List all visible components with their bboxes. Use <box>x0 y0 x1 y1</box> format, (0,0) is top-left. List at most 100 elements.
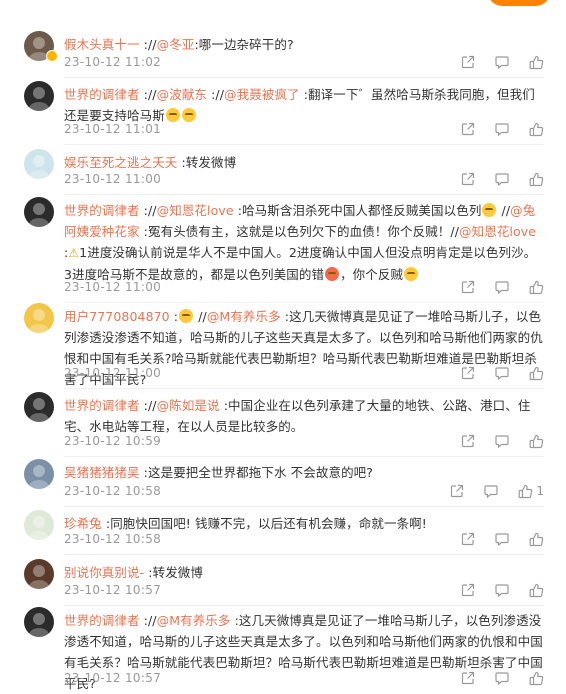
username-link[interactable]: 世界的调律者 <box>64 613 140 628</box>
like-icon[interactable] <box>528 54 544 70</box>
share-icon[interactable] <box>460 670 476 686</box>
user-avatar[interactable] <box>24 607 54 637</box>
text-segment: : <box>169 309 179 324</box>
like-icon[interactable] <box>528 365 544 381</box>
share-icon[interactable] <box>460 531 476 547</box>
timestamp: 23-10-12 10:57 <box>64 583 162 597</box>
username-link[interactable]: 世界的调律者 <box>64 87 140 102</box>
like-icon[interactable] <box>528 121 544 137</box>
username-link[interactable]: 娱乐至死之逃之夭夭 <box>64 155 177 170</box>
timestamp: 23-10-12 11:00 <box>64 172 162 186</box>
username-link[interactable]: 珍希兔 <box>64 516 102 531</box>
share-icon[interactable] <box>460 365 476 381</box>
comment-icon[interactable] <box>494 365 510 381</box>
user-avatar[interactable] <box>24 392 54 422</box>
top-orange-button[interactable] <box>488 0 550 6</box>
user-avatar[interactable] <box>24 303 54 333</box>
text-segment: :哪一边杂碎干的? <box>194 37 294 52</box>
mention-link[interactable]: @知恩花love <box>157 203 234 218</box>
emoji-icon <box>178 309 194 324</box>
user-avatar[interactable] <box>24 197 54 227</box>
text-segment: :转发微博 <box>177 155 237 170</box>
comment-icon[interactable] <box>494 121 510 137</box>
user-avatar[interactable] <box>24 459 54 489</box>
share-icon[interactable] <box>460 582 476 598</box>
action-bar: 1 <box>431 483 544 499</box>
comment-icon[interactable] <box>494 531 510 547</box>
username-link[interactable]: 用户7770804870 <box>64 309 170 324</box>
text-segment: :哈马斯含泪杀死中国人都怪反贼美国以色列 <box>233 203 482 218</box>
comment-icon[interactable] <box>494 171 510 187</box>
emoji-icon <box>403 267 419 282</box>
text-segment: ，你个反贼 <box>340 267 404 282</box>
comment-icon[interactable] <box>494 433 510 449</box>
like-icon[interactable] <box>517 483 533 499</box>
share-icon[interactable] <box>460 121 476 137</box>
mention-link[interactable]: @冬亚 <box>157 37 195 52</box>
action-bar <box>442 531 544 547</box>
item-divider <box>64 506 544 507</box>
timestamp: 23-10-12 11:02 <box>64 55 162 69</box>
item-divider <box>64 194 544 195</box>
item-divider <box>64 456 544 457</box>
comment-icon[interactable] <box>494 670 510 686</box>
user-avatar[interactable] <box>24 149 54 179</box>
timestamp: 23-10-12 11:01 <box>64 122 162 136</box>
share-icon[interactable] <box>449 483 465 499</box>
like-icon[interactable] <box>528 582 544 598</box>
action-bar <box>442 582 544 598</box>
text-segment: :// <box>139 398 157 413</box>
timestamp: 23-10-12 11:00 <box>64 280 162 294</box>
timestamp: 23-10-12 10:57 <box>64 671 162 685</box>
mention-link[interactable]: @波献东 <box>157 87 207 102</box>
user-avatar[interactable] <box>24 559 54 589</box>
like-icon[interactable] <box>528 279 544 295</box>
username-link[interactable]: 假木头真十一 <box>64 37 140 52</box>
text-segment: :同胞快回国吧! 钱赚不完，以后还有机会赚，命就一条啊! <box>101 516 427 531</box>
mention-link[interactable]: @M有养乐多 <box>157 613 231 628</box>
text-segment: :// <box>139 613 157 628</box>
username-link[interactable]: 世界的调律者 <box>64 398 140 413</box>
emoji-icon <box>481 203 497 218</box>
share-icon[interactable] <box>460 54 476 70</box>
action-bar <box>442 365 544 381</box>
like-icon[interactable] <box>528 531 544 547</box>
item-divider <box>64 554 544 555</box>
action-bar <box>442 433 544 449</box>
comment-icon[interactable] <box>494 582 510 598</box>
comment-icon[interactable] <box>494 54 510 70</box>
action-bar <box>442 279 544 295</box>
repost-text: 娱乐至死之逃之夭夭 :转发微博 <box>64 152 544 173</box>
user-avatar[interactable] <box>24 81 54 111</box>
share-icon[interactable] <box>460 171 476 187</box>
share-icon[interactable] <box>460 279 476 295</box>
text-segment: :// <box>139 203 157 218</box>
username-link[interactable]: 别说你真别说- <box>64 565 144 580</box>
action-bar <box>442 54 544 70</box>
comment-icon[interactable] <box>494 279 510 295</box>
like-icon[interactable] <box>528 670 544 686</box>
repost-text: 世界的调律者 ://@知恩花love :哈马斯含泪杀死中国人都怪反贼美国以色列 … <box>64 200 544 285</box>
like-icon[interactable] <box>528 433 544 449</box>
username-link[interactable]: 世界的调律者 <box>64 203 140 218</box>
username-link[interactable]: 吴猪猪猪猪吴 <box>64 465 140 480</box>
share-icon[interactable] <box>460 433 476 449</box>
emoji-icon <box>165 108 197 123</box>
item-divider <box>64 302 544 303</box>
like-count: 1 <box>536 484 544 498</box>
text-segment: :// <box>139 87 157 102</box>
repost-text: 世界的调律者 ://@陈如是说 :中国企业在以色列承建了大量的地铁、公路、港口、… <box>64 395 544 437</box>
user-avatar[interactable] <box>24 510 54 540</box>
action-bar <box>442 670 544 686</box>
item-divider <box>64 144 544 145</box>
timestamp: 23-10-12 10:58 <box>64 484 162 498</box>
item-divider <box>64 388 544 389</box>
mention-link[interactable]: @知恩花love <box>459 224 536 239</box>
mention-link[interactable]: @陈如是说 <box>157 398 220 413</box>
like-icon[interactable] <box>528 171 544 187</box>
mention-link[interactable]: @我聂被疯了 <box>224 87 300 102</box>
action-bar <box>442 121 544 137</box>
mention-link[interactable]: @M有养乐多 <box>207 309 281 324</box>
comment-icon[interactable] <box>483 483 499 499</box>
text-segment: :// <box>207 87 225 102</box>
